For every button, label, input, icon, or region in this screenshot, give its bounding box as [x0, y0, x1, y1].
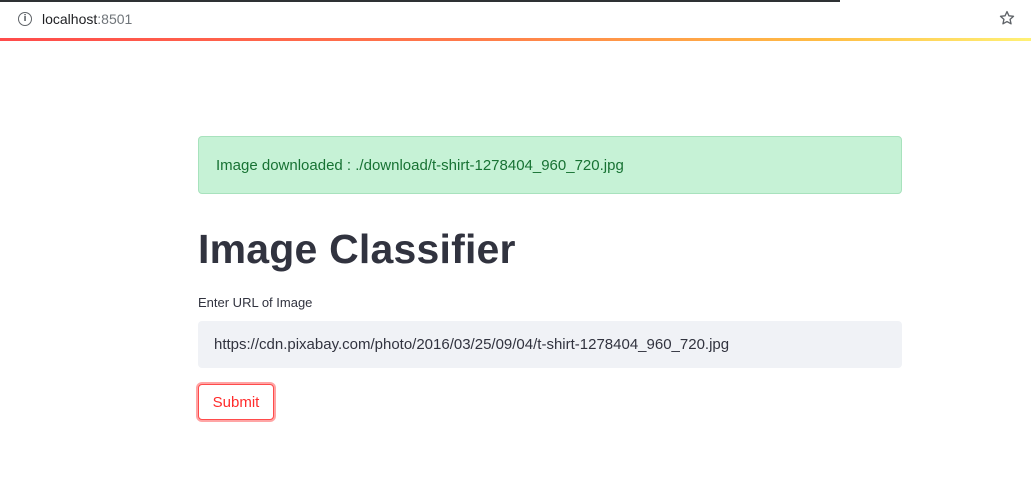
info-icon[interactable]: i	[18, 12, 32, 26]
browser-address-bar: i localhost:8501	[0, 0, 1031, 39]
submit-button[interactable]: Submit	[198, 384, 274, 420]
alert-message: Image downloaded : ./download/t-shirt-12…	[216, 156, 624, 174]
page-title: Image Classifier	[198, 226, 516, 272]
success-alert: Image downloaded : ./download/t-shirt-12…	[198, 136, 902, 194]
url-port: :8501	[97, 11, 133, 27]
url-host: localhost	[42, 11, 98, 27]
url-input[interactable]	[198, 321, 902, 368]
url-field-label: Enter URL of Image	[198, 295, 313, 310]
url-text[interactable]: localhost:8501	[42, 11, 132, 27]
omnibox[interactable]: i localhost:8501	[6, 4, 1024, 34]
app-header-decoration	[0, 38, 1031, 41]
star-icon[interactable]	[998, 9, 1016, 27]
tab-strip-edge	[0, 0, 840, 2]
